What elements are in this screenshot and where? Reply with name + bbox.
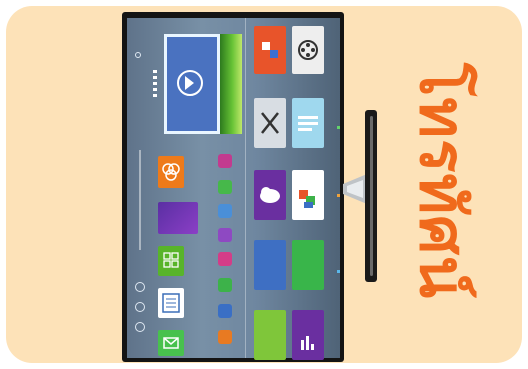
- shapes-icon: [299, 190, 315, 208]
- small-app-icon[interactable]: [218, 180, 232, 194]
- film-reel-icon: [298, 40, 318, 60]
- lime-app-tile[interactable]: [254, 310, 286, 360]
- shapes-app-tile[interactable]: [292, 170, 324, 220]
- grass-thumbnail: [220, 34, 242, 134]
- cloud-app-tile[interactable]: [254, 170, 286, 220]
- chart-app-tile[interactable]: [292, 310, 324, 360]
- green-app-tile[interactable]: [292, 240, 324, 290]
- tools-icon: [261, 112, 279, 134]
- purple-app-tile[interactable]: [158, 202, 198, 234]
- small-app-icon[interactable]: [218, 330, 232, 344]
- sidebar-scroll[interactable]: [139, 150, 141, 250]
- settings-icon[interactable]: [135, 302, 145, 312]
- headline-text: โทรทัศน์: [406, 62, 480, 299]
- indicator-light: [337, 270, 340, 273]
- small-app-icon[interactable]: [218, 278, 232, 292]
- contacts-app-tile[interactable]: [254, 26, 286, 74]
- rings-app-tile[interactable]: [158, 156, 184, 188]
- cloud-icon: [260, 187, 280, 203]
- tv-stand-highlight: [370, 116, 373, 276]
- film-reel-app-tile[interactable]: [292, 26, 324, 74]
- mail-icon: [163, 337, 179, 349]
- contacts-icon: [262, 42, 278, 58]
- mic-icon[interactable]: [135, 52, 141, 58]
- chart-icon: [301, 336, 314, 350]
- news-app-tile[interactable]: [158, 288, 184, 318]
- home-icon[interactable]: [135, 282, 145, 292]
- screen-divider: [245, 18, 246, 358]
- power-icon[interactable]: [135, 322, 145, 332]
- mail-app-tile[interactable]: [158, 330, 184, 356]
- document-app-tile[interactable]: [292, 98, 324, 148]
- small-app-icon[interactable]: [218, 154, 232, 168]
- document-icon: [298, 116, 318, 131]
- grid-app-tile[interactable]: [158, 246, 184, 276]
- small-app-icon[interactable]: [218, 252, 232, 266]
- tv-stand-neck: [343, 174, 367, 204]
- tools-app-tile[interactable]: [254, 98, 286, 148]
- page-dots: [153, 70, 157, 98]
- rings-icon: [162, 163, 180, 181]
- small-app-icon[interactable]: [218, 204, 232, 218]
- blue-app-tile[interactable]: [254, 240, 286, 290]
- small-app-icon[interactable]: [218, 228, 232, 242]
- newspaper-icon: [162, 293, 180, 313]
- indicator-light: [337, 194, 340, 197]
- indicator-light: [337, 126, 340, 129]
- play-icon[interactable]: [177, 70, 203, 96]
- small-app-icon[interactable]: [218, 304, 232, 318]
- grid-icon: [163, 252, 179, 268]
